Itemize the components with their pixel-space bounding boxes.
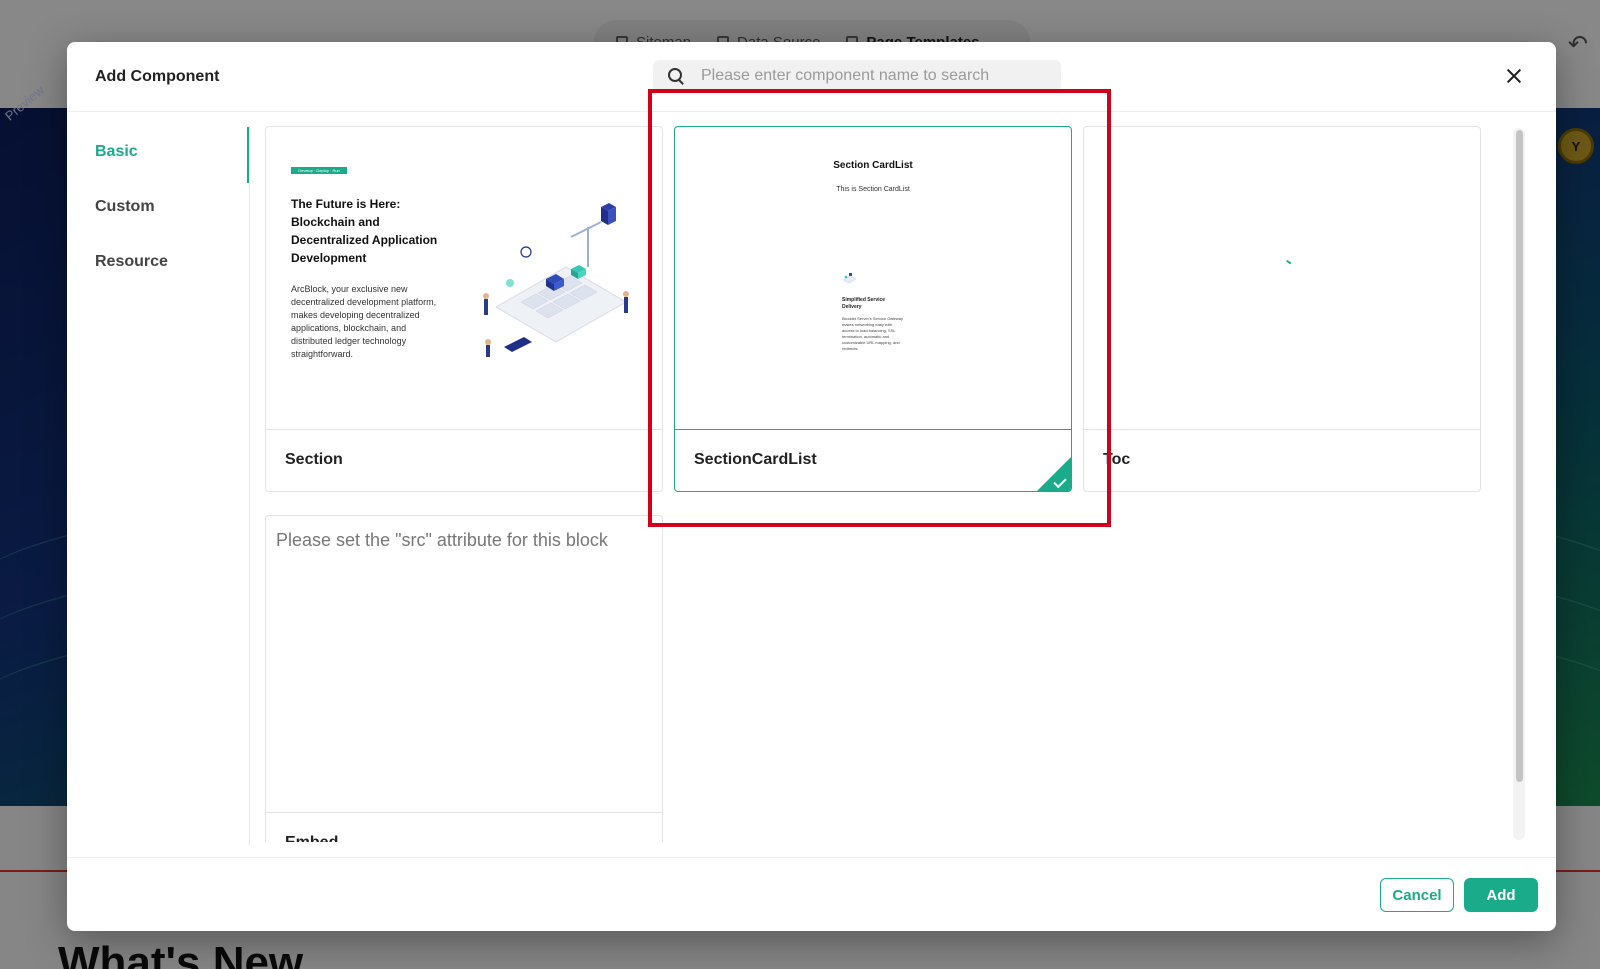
- card-label: SectionCardList: [694, 451, 817, 468]
- card-label: Section: [285, 451, 343, 468]
- component-grid: Develop · Deploy · Run The Future is Her…: [263, 126, 1507, 842]
- scrollbar-thumb[interactable]: [1516, 130, 1523, 782]
- component-card-toc[interactable]: Toc: [1083, 126, 1481, 492]
- sidebar-item-resource[interactable]: Resource: [95, 253, 168, 271]
- sidebar-item-basic[interactable]: Basic: [95, 143, 138, 161]
- add-button[interactable]: Add: [1464, 878, 1538, 912]
- preview-tag: Develop · Deploy · Run: [291, 167, 347, 174]
- search-icon: [667, 67, 685, 85]
- cancel-button[interactable]: Cancel: [1380, 878, 1454, 912]
- loading-spinner-icon: [1285, 259, 1292, 266]
- card-label: Embed: [285, 834, 338, 842]
- preview-card-title: Simplified Service Delivery: [842, 297, 886, 310]
- card-preview: [1084, 127, 1480, 430]
- block-src-message: Please set the "src" attribute for this …: [276, 530, 608, 550]
- close-icon[interactable]: [1502, 64, 1526, 88]
- search-box[interactable]: [653, 60, 1061, 92]
- dialog-footer: Cancel Add: [67, 857, 1556, 931]
- preview-card-description: Blocklet Server's Service Gateway makes …: [842, 316, 904, 351]
- isometric-illustration: [483, 203, 629, 357]
- dialog-title: Add Component: [95, 68, 220, 85]
- preview-title: Section CardList: [833, 160, 913, 171]
- card-illustration-icon: [842, 273, 857, 284]
- dialog-header: Add Component: [67, 42, 1556, 112]
- component-card-section[interactable]: Develop · Deploy · Run The Future is Her…: [265, 126, 663, 492]
- component-card-sectioncardlist[interactable]: Section CardList This is Section CardLis…: [674, 126, 1072, 492]
- card-preview: Develop · Deploy · Run The Future is Her…: [266, 127, 662, 430]
- search-input[interactable]: [701, 67, 1041, 85]
- preview-description: ArcBlock, your exclusive new decentraliz…: [291, 284, 437, 359]
- card-preview: Section CardList This is Section CardLis…: [675, 127, 1071, 430]
- add-component-dialog: Add Component Basic Custom Resource Deve…: [67, 42, 1556, 931]
- component-card-embed[interactable]: Please set the "src" attribute for this …: [265, 515, 663, 842]
- selected-indicator: [1037, 457, 1071, 491]
- preview-subtitle: This is Section CardList: [836, 186, 910, 193]
- sidebar-divider: [249, 126, 250, 846]
- card-divider: [266, 812, 662, 813]
- preview-title: The Future is Here: Blockchain and Decen…: [291, 197, 438, 265]
- card-label: Toc: [1103, 451, 1131, 468]
- category-sidebar: Basic Custom Resource: [67, 126, 249, 841]
- sidebar-item-custom[interactable]: Custom: [95, 198, 155, 216]
